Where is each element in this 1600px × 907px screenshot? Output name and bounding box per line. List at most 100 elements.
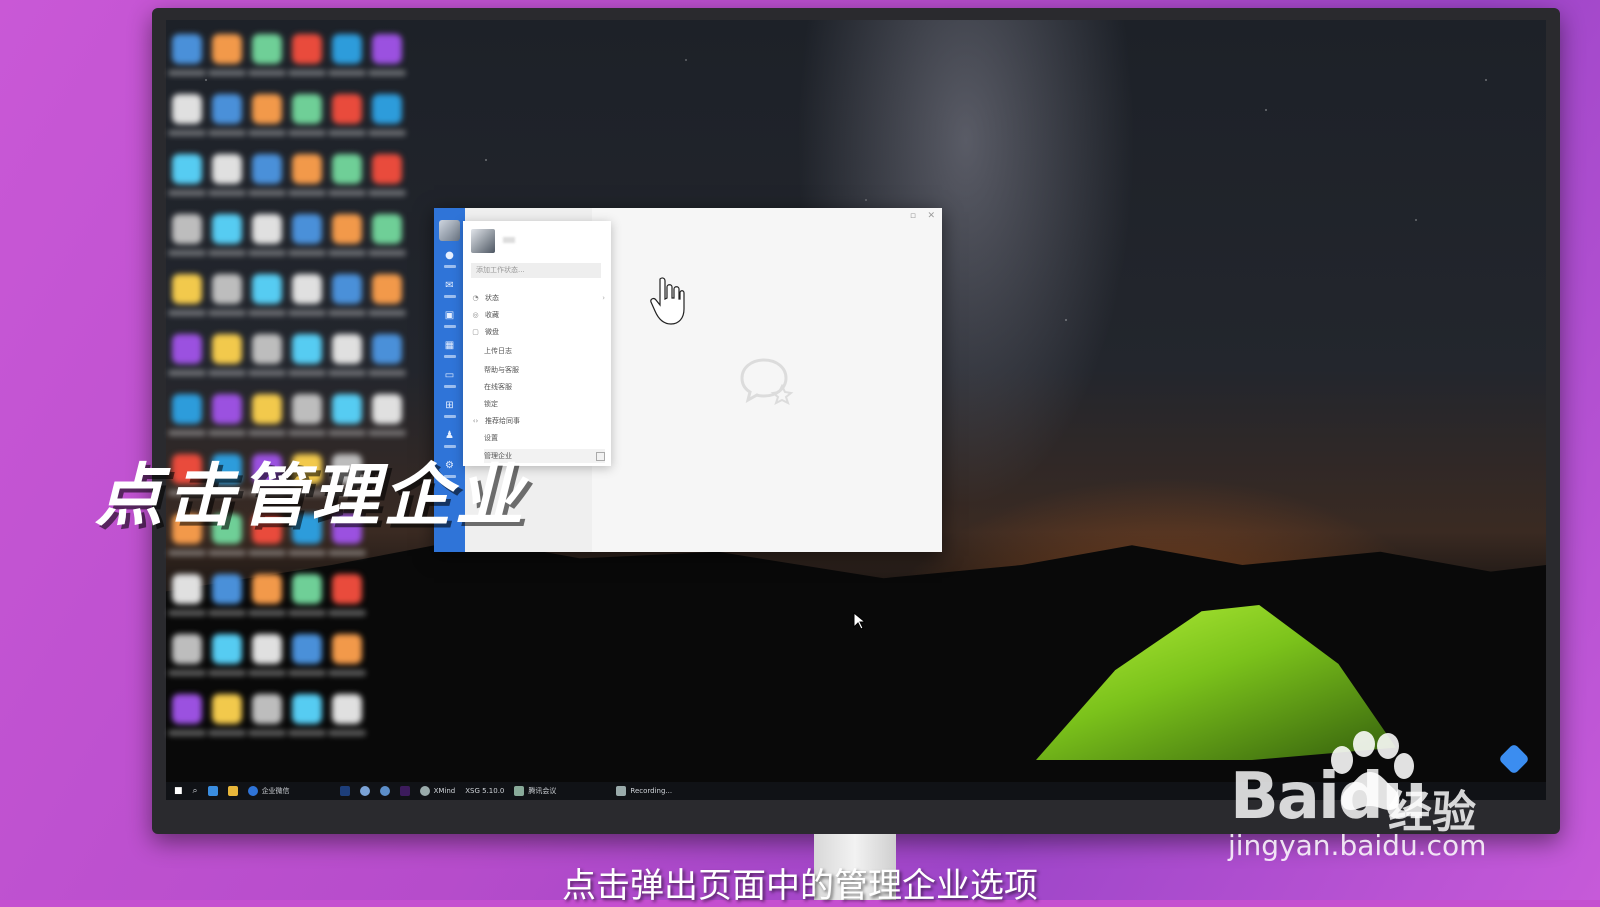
- desktop-shortcut-icon[interactable]: [328, 634, 366, 676]
- desktop-shortcut-icon[interactable]: [328, 574, 366, 616]
- desktop-shortcut-icon[interactable]: [208, 94, 246, 136]
- desktop-shortcut-icon[interactable]: [248, 34, 286, 76]
- chat-panel: ▫ ✕: [592, 208, 942, 552]
- desktop-shortcut-icon[interactable]: [248, 274, 286, 316]
- menu-item-drive[interactable]: ▢ 微盘: [471, 325, 605, 339]
- rail-mail[interactable]: ✉: [438, 280, 461, 306]
- taskbar-app-wecom[interactable]: 企业微信: [247, 786, 290, 796]
- desktop-shortcut-icon[interactable]: [368, 94, 406, 136]
- desktop-shortcut-icon[interactable]: [328, 694, 366, 736]
- taskbar-app-recording[interactable]: Recording...: [616, 786, 672, 796]
- desktop-shortcut-icon[interactable]: [368, 154, 406, 196]
- desktop-shortcut-icon[interactable]: [368, 34, 406, 76]
- desktop-shortcut-icon[interactable]: [328, 34, 366, 76]
- desktop-shortcut-icon[interactable]: [288, 274, 326, 316]
- desktop-shortcut-icon[interactable]: [248, 634, 286, 676]
- user-avatar[interactable]: [439, 220, 460, 241]
- rail-docs[interactable]: ▣: [438, 310, 461, 336]
- search-icon[interactable]: ⌕: [193, 786, 198, 796]
- taskbar-app-xmind[interactable]: XMind: [419, 786, 456, 796]
- taskbar-pr-icon[interactable]: [399, 786, 410, 796]
- taskbar-app-meeting[interactable]: 腾讯会议: [514, 786, 556, 796]
- desktop-shortcut-icon[interactable]: [288, 34, 326, 76]
- desktop-shortcut-icon[interactable]: [248, 94, 286, 136]
- desktop-shortcut-icon[interactable]: [208, 634, 246, 676]
- docs-icon: ▣: [444, 310, 455, 321]
- desktop-shortcut-icon[interactable]: [248, 694, 286, 736]
- menu-avatar[interactable]: [471, 229, 495, 253]
- desktop-shortcut-icon[interactable]: [288, 154, 326, 196]
- share-icon: ‹›: [472, 417, 479, 425]
- desktop-shortcut-icon[interactable]: [368, 214, 406, 256]
- status-icon: ◔: [472, 294, 479, 302]
- desktop-shortcut-icon[interactable]: [328, 334, 366, 376]
- menu-item-help[interactable]: 帮助与客服: [484, 363, 605, 377]
- rail-label: [443, 295, 456, 298]
- taskbar-label: XMind: [433, 787, 456, 795]
- menu-item-favorites[interactable]: ◎ 收藏: [471, 308, 605, 322]
- desktop-shortcut-icon[interactable]: [328, 214, 366, 256]
- desktop-shortcut-icon[interactable]: [168, 214, 206, 256]
- menu-item-online-service[interactable]: 在线客服: [484, 380, 605, 394]
- desktop-shortcut-icon[interactable]: [248, 334, 286, 376]
- taskbar-browser-icon[interactable]: [359, 786, 370, 796]
- desktop-shortcut-icon[interactable]: [168, 694, 206, 736]
- desktop-shortcut-icon[interactable]: [248, 574, 286, 616]
- menu-item-upload-log[interactable]: 上传日志: [484, 344, 605, 358]
- taskbar-label: Recording...: [630, 787, 673, 795]
- desktop-shortcut-icon[interactable]: [168, 34, 206, 76]
- rail-meeting[interactable]: ▭: [438, 370, 461, 396]
- user-name-blurred: [503, 237, 515, 243]
- desktop-shortcut-icon[interactable]: [208, 574, 246, 616]
- taskbar-app-icon[interactable]: [379, 786, 390, 796]
- desktop-shortcut-icon[interactable]: [168, 334, 206, 376]
- desktop-shortcut-icon[interactable]: [328, 274, 366, 316]
- desktop-shortcut-icon[interactable]: [368, 274, 406, 316]
- close-icon[interactable]: ✕: [927, 211, 935, 221]
- file-explorer-icon[interactable]: [227, 786, 238, 796]
- desktop-shortcut-icon[interactable]: [368, 334, 406, 376]
- desktop-shortcut-icon[interactable]: [248, 214, 286, 256]
- desktop-shortcut-icon[interactable]: [208, 34, 246, 76]
- desktop-shortcut-icon[interactable]: [328, 154, 366, 196]
- desktop-shortcut-icon[interactable]: [288, 634, 326, 676]
- taskbar-app-xsg[interactable]: XSG 5.10.0: [465, 787, 504, 795]
- start-icon[interactable]: ■: [174, 786, 183, 796]
- menu-item-lock[interactable]: 锁定: [484, 397, 605, 411]
- desktop-shortcut-icon[interactable]: [208, 274, 246, 316]
- desktop-shortcut-icon[interactable]: [288, 574, 326, 616]
- desktop-shortcut-icon[interactable]: [168, 574, 206, 616]
- desktop-icons[interactable]: [166, 20, 406, 736]
- rail-messages[interactable]: ●: [438, 250, 461, 276]
- desktop-shortcut-icon[interactable]: [208, 694, 246, 736]
- desktop-shortcut-icon[interactable]: [328, 94, 366, 136]
- desktop-shortcut-icon[interactable]: [208, 154, 246, 196]
- desktop-shortcut-icon[interactable]: [328, 394, 366, 436]
- work-status-input[interactable]: 添加工作状态...: [471, 263, 601, 278]
- desktop-shortcut-icon[interactable]: [368, 394, 406, 436]
- desktop-shortcut-icon[interactable]: [208, 334, 246, 376]
- minimize-icon[interactable]: ▫: [910, 211, 916, 221]
- desktop-shortcut-icon[interactable]: [288, 334, 326, 376]
- task-view-icon[interactable]: [207, 786, 218, 796]
- desktop-shortcut-icon[interactable]: [248, 154, 286, 196]
- desktop-shortcut-icon[interactable]: [168, 154, 206, 196]
- rail-calendar[interactable]: ▦: [438, 340, 461, 366]
- desktop-shortcut-icon[interactable]: [208, 394, 246, 436]
- desktop-shortcut-icon[interactable]: [288, 694, 326, 736]
- menu-item-status[interactable]: ◔ 状态 ›: [471, 291, 605, 305]
- desktop-shortcut-icon[interactable]: [208, 214, 246, 256]
- desktop-shortcut-icon[interactable]: [168, 394, 206, 436]
- desktop-shortcut-icon[interactable]: [248, 394, 286, 436]
- desktop-shortcut-icon[interactable]: [168, 274, 206, 316]
- desktop-shortcut-icon[interactable]: [288, 94, 326, 136]
- desktop-shortcut-icon[interactable]: [168, 94, 206, 136]
- desktop-shortcut-icon[interactable]: [168, 634, 206, 676]
- menu-item-recommend[interactable]: ‹› 推荐给同事: [471, 414, 605, 428]
- rail-label: [443, 325, 456, 328]
- rail-workbench[interactable]: ⊞: [438, 400, 461, 426]
- hand-pointer-icon: [650, 277, 685, 325]
- taskbar-ps-icon[interactable]: [339, 786, 350, 796]
- desktop-shortcut-icon[interactable]: [288, 214, 326, 256]
- desktop-shortcut-icon[interactable]: [288, 394, 326, 436]
